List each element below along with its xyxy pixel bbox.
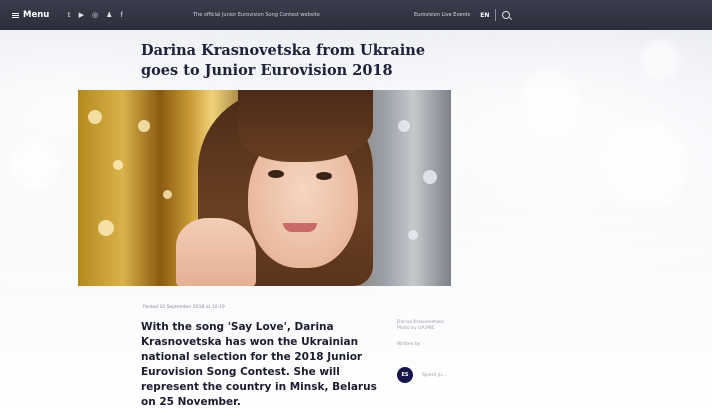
posted-date: Posted 10 September 2018 at 10:19 bbox=[143, 305, 225, 310]
menu-label: Menu bbox=[23, 10, 50, 20]
header-right-nav: Eurovision Live Events EN bbox=[414, 9, 511, 21]
youtube-icon[interactable]: ▶ bbox=[79, 11, 84, 19]
menu-button[interactable]: Menu bbox=[12, 10, 49, 20]
social-links: 𝕥 ▶ ◎ ♟ f bbox=[67, 11, 123, 19]
author-card[interactable]: ES Sjoerd Ju... bbox=[397, 367, 446, 383]
article-title: Darina Krasnovetska from Ukraine goes to… bbox=[141, 42, 426, 79]
language-selector[interactable]: EN bbox=[480, 12, 489, 19]
twitter-icon[interactable]: 𝕥 bbox=[67, 11, 70, 19]
article-lead: With the song 'Say Love', Darina Krasnov… bbox=[141, 321, 377, 408]
eurovision-live-events-link[interactable]: Eurovision Live Events bbox=[414, 12, 470, 18]
article-sidebar: Darina Krasnovetska Photo by UA:PBC Writ… bbox=[397, 320, 467, 348]
search-icon[interactable] bbox=[502, 11, 511, 19]
avatar: ES bbox=[397, 367, 413, 383]
instagram-icon[interactable]: ◎ bbox=[92, 11, 98, 19]
author-name[interactable]: Sjoerd Ju... bbox=[422, 373, 446, 378]
photo-credit: Darina Krasnovetska Photo by UA:PBC bbox=[397, 320, 444, 331]
top-navigation-bar: Menu 𝕥 ▶ ◎ ♟ f The official Junior Eurov… bbox=[0, 0, 712, 30]
written-by-label: Written by bbox=[397, 342, 421, 347]
site-tagline[interactable]: The official Junior Eurovision Song Cont… bbox=[193, 12, 320, 18]
facebook-icon[interactable]: f bbox=[120, 11, 122, 19]
article-hero-image bbox=[78, 90, 451, 286]
hamburger-icon bbox=[12, 12, 19, 18]
divider bbox=[495, 9, 497, 21]
snapchat-icon[interactable]: ♟ bbox=[106, 11, 112, 19]
